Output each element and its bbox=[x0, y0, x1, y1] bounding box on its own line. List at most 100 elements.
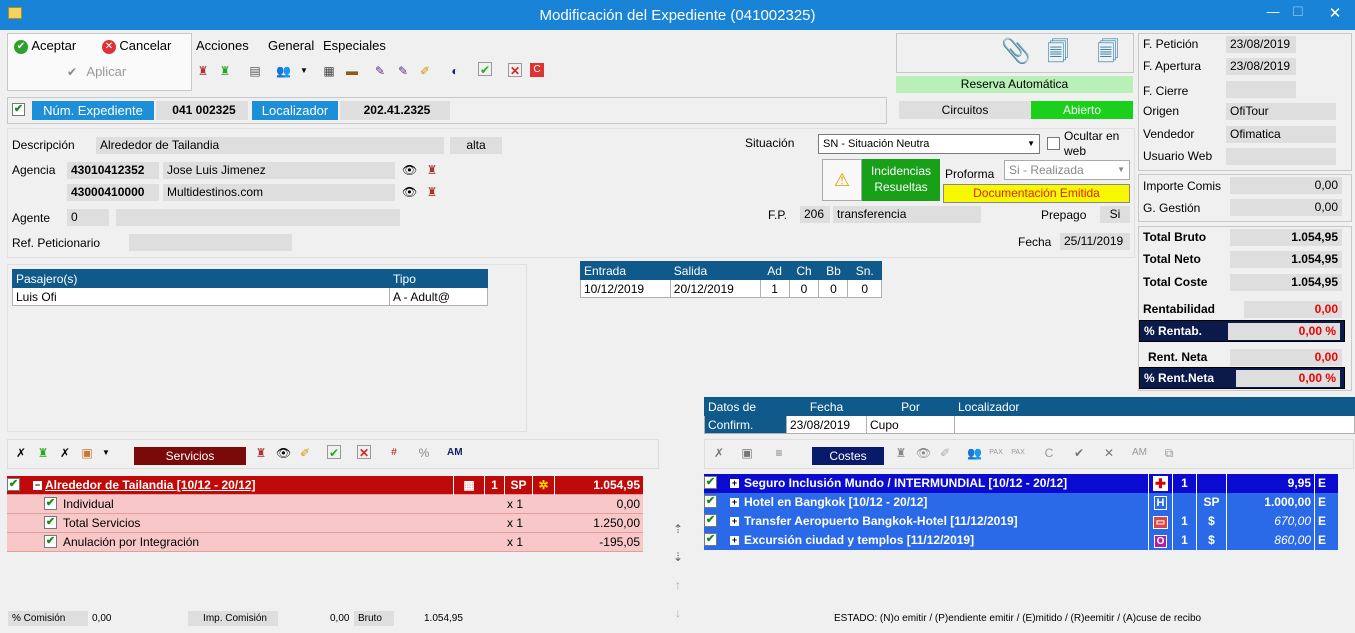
row-checkbox[interactable]: ✔ bbox=[704, 495, 717, 508]
delete-icon[interactable]: ✕ bbox=[508, 63, 522, 78]
people-icon[interactable]: 👥 bbox=[967, 446, 982, 460]
row-checkbox[interactable]: ✔ bbox=[44, 497, 57, 510]
menu-acciones[interactable]: Acciones bbox=[196, 37, 249, 54]
eye-icon[interactable]: 👁 bbox=[402, 185, 417, 199]
validate-icon[interactable]: ✔ bbox=[478, 62, 492, 77]
row-checkbox[interactable]: ✔ bbox=[704, 533, 717, 546]
table-row[interactable]: 10/12/2019 20/12/2019 1 0 0 0 bbox=[580, 279, 882, 298]
printer-icon[interactable]: ▤ bbox=[248, 64, 262, 78]
expand-icon[interactable]: + bbox=[730, 536, 739, 545]
chevron-down-icon[interactable]: ▼ bbox=[297, 64, 311, 78]
pax-room-icon[interactable]: PAX bbox=[989, 446, 1003, 460]
move-bottom-icon[interactable]: ⇣ bbox=[671, 550, 685, 564]
descripcion-field[interactable]: Alrededor de Tailandia bbox=[96, 137, 444, 154]
agencia1-name[interactable]: Jose Luis Jimenez bbox=[163, 162, 395, 179]
move-down-icon[interactable]: ↓ bbox=[671, 606, 685, 620]
cancel-button[interactable]: ✕ Cancelar bbox=[102, 38, 171, 56]
f-apertura-field[interactable]: 23/08/2019 bbox=[1226, 58, 1296, 75]
expediente-checkbox[interactable]: ✔ bbox=[12, 103, 25, 116]
email-doc-icon[interactable]: 🗐 bbox=[1090, 36, 1126, 68]
pax-icon[interactable]: PAX bbox=[1011, 446, 1025, 460]
doc-x-icon[interactable]: ✗ bbox=[14, 446, 28, 460]
collapse-icon[interactable]: − bbox=[33, 481, 42, 490]
eye-icon[interactable]: 👁 bbox=[402, 163, 417, 177]
row-checkbox[interactable]: ✔ bbox=[704, 476, 717, 489]
proforma-select[interactable]: Si - Realizada ▼ bbox=[1004, 160, 1130, 180]
table-row[interactable]: ✔ Total Servicios x 1 1.250,00 bbox=[7, 514, 643, 533]
f-cierre-field[interactable] bbox=[1226, 81, 1296, 98]
close-icon[interactable]: ✕ bbox=[1325, 4, 1345, 22]
paperclip-icon[interactable]: 📎 bbox=[1000, 36, 1032, 68]
chevron-down-icon[interactable]: ▼ bbox=[99, 446, 113, 460]
situacion-select[interactable]: SN - Situación Neutra ▼ bbox=[818, 134, 1040, 154]
delete-icon[interactable]: ✕ bbox=[357, 445, 371, 460]
checkmark-icon[interactable]: ✔ bbox=[1072, 446, 1086, 460]
am-icon[interactable]: AM bbox=[447, 446, 463, 460]
doc-x2-icon[interactable]: ✗ bbox=[58, 446, 72, 460]
doc-x-icon[interactable]: ✗ bbox=[712, 446, 726, 460]
fp-field[interactable]: transferencia bbox=[833, 206, 981, 223]
edit-doc-icon[interactable]: ✎ bbox=[373, 64, 387, 78]
package-icon[interactable]: ▣ bbox=[740, 446, 754, 460]
apply-button[interactable]: ✔ Aplicar bbox=[67, 64, 126, 79]
fp-code[interactable]: 206 bbox=[800, 206, 830, 223]
table-row[interactable]: ✔ Individual x 1 0,00 bbox=[7, 495, 643, 514]
pvp-icon[interactable]: # bbox=[387, 446, 401, 460]
copy-icon[interactable]: ⧉ bbox=[1162, 446, 1176, 460]
table-row[interactable]: ✔ Anulación por Integración x 1 -195,05 bbox=[7, 533, 643, 552]
origen-field[interactable]: OfiTour bbox=[1226, 103, 1336, 120]
stamp-icon[interactable]: ♜ bbox=[254, 446, 268, 460]
delete-icon[interactable]: ✕ bbox=[1102, 446, 1116, 460]
note-icon[interactable]: ✐ bbox=[418, 64, 432, 78]
stamp-icon[interactable]: ♜ bbox=[425, 185, 439, 199]
prepago-field[interactable]: Si bbox=[1100, 206, 1130, 223]
usuario-web-field[interactable] bbox=[1226, 148, 1336, 165]
servicio-checkbox[interactable]: ✔ bbox=[7, 478, 20, 491]
alta-field[interactable]: alta bbox=[450, 137, 502, 154]
accept-button[interactable]: ✔ Aceptar bbox=[14, 38, 76, 56]
row-checkbox[interactable]: ✔ bbox=[704, 514, 717, 527]
coste-row[interactable]: ✔ + Excursión ciudad y templos [11/12/20… bbox=[704, 531, 1338, 550]
ref-peticionario-field[interactable] bbox=[129, 234, 292, 251]
calculator-icon[interactable]: ▦ bbox=[322, 64, 336, 78]
agencia1-code[interactable]: 43010412352 bbox=[67, 162, 159, 179]
eye-icon[interactable]: 👁 bbox=[916, 446, 931, 460]
list-icon[interactable]: ≡ bbox=[772, 446, 786, 460]
stamp-icon[interactable]: ♜ bbox=[425, 163, 439, 177]
eraser-icon[interactable]: ✐ bbox=[938, 446, 952, 460]
servicio-main-row[interactable]: ✔ − Alrededor de Tailandia [10/12 - 20/1… bbox=[7, 476, 643, 495]
agente-name[interactable] bbox=[116, 209, 400, 226]
stamp-green-icon[interactable]: ♜ bbox=[218, 64, 232, 78]
eye-icon[interactable]: 👁 bbox=[276, 446, 291, 460]
menu-general[interactable]: General bbox=[268, 37, 314, 54]
c-red-icon[interactable]: C bbox=[530, 63, 544, 77]
edit-doc2-icon[interactable]: ✎ bbox=[396, 64, 410, 78]
menu-especiales[interactable]: Especiales bbox=[323, 37, 386, 54]
vendedor-field[interactable]: Ofimatica bbox=[1226, 126, 1336, 143]
row-checkbox[interactable]: ✔ bbox=[44, 535, 57, 548]
briefcase-icon[interactable]: ▬ bbox=[345, 64, 359, 78]
f-peticion-field[interactable]: 23/08/2019 bbox=[1226, 36, 1296, 53]
validate-icon[interactable]: ✔ bbox=[327, 445, 341, 460]
costes-tab[interactable]: Costes bbox=[812, 447, 884, 465]
coste-row[interactable]: ✔ + Hotel en Bangkok [10/12 - 20/12] H S… bbox=[704, 493, 1338, 512]
agente-code[interactable]: 0 bbox=[67, 209, 109, 226]
move-top-icon[interactable]: ⇡ bbox=[671, 522, 685, 536]
servicios-tab[interactable]: Servicios bbox=[134, 447, 246, 465]
table-row[interactable]: Confirm. 23/08/2019 Cupo bbox=[704, 415, 1355, 434]
agencia2-name[interactable]: Multidestinos.com bbox=[163, 184, 395, 201]
coste-row[interactable]: ✔ + Transfer Aeropuerto Bangkok-Hotel [1… bbox=[704, 512, 1338, 531]
incidencias-badge[interactable]: Incidencias Resueltas bbox=[862, 159, 940, 201]
ocultar-web-checkbox[interactable] bbox=[1047, 137, 1060, 150]
coste-row[interactable]: ✔ + Seguro Inclusión Mundo / INTERMUNDIA… bbox=[704, 474, 1338, 493]
search-doc-icon[interactable]: ◐ bbox=[448, 64, 462, 78]
stamp-green-icon[interactable]: ♜ bbox=[36, 446, 50, 460]
move-up-icon[interactable]: ↑ bbox=[671, 578, 685, 592]
warning-icon[interactable]: ⚠ bbox=[822, 159, 862, 201]
link-doc-icon[interactable]: 🗐 bbox=[1042, 36, 1074, 68]
eraser-icon[interactable]: ✐ bbox=[298, 446, 312, 460]
percent-icon[interactable]: % bbox=[417, 446, 431, 460]
fecha-field[interactable]: 25/11/2019 bbox=[1060, 233, 1130, 250]
agencia2-code[interactable]: 43000410000 bbox=[67, 184, 159, 201]
people-icon[interactable]: 👥 bbox=[276, 64, 291, 78]
